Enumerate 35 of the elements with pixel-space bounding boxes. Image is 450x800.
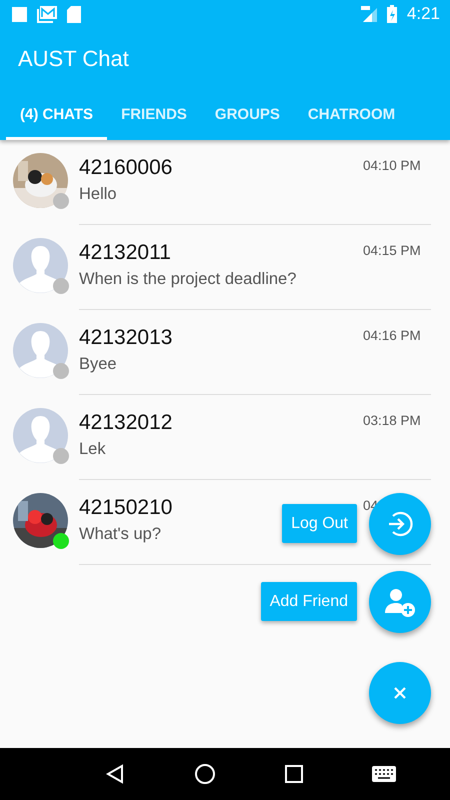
default-avatar-icon [13, 408, 68, 463]
home-icon[interactable] [194, 763, 216, 785]
message-time: 04:15 PM [363, 243, 422, 258]
message-preview: Hello [79, 185, 118, 204]
sd-card-icon [67, 6, 81, 22]
contact-name: 42150210 [79, 496, 172, 520]
status-time: 4:21 [406, 4, 440, 24]
message-time: 04:16 PM [363, 328, 422, 343]
app-title: AUST Chat [17, 45, 130, 73]
message-time: 03:18 PM [363, 413, 422, 428]
tab[interactable]: FRIENDS [107, 91, 201, 140]
message-preview: Byee [79, 355, 118, 374]
message-preview: What's up? [79, 525, 162, 544]
battery-charging-icon [386, 5, 397, 23]
fab-label-button[interactable]: Add Friend [260, 582, 357, 621]
keyboard-icon[interactable] [372, 766, 396, 782]
tab[interactable]: GROUPS [200, 91, 294, 140]
contact-name: 42160006 [79, 156, 172, 180]
contact-name: 42132011 [79, 241, 171, 265]
close-icon [393, 686, 407, 700]
contact-name: 42132013 [79, 326, 172, 350]
notification-square-icon [12, 6, 27, 22]
default-avatar-icon [13, 238, 68, 293]
message-time: 04:10 PM [363, 158, 422, 173]
back-icon[interactable] [104, 764, 124, 784]
contact-name: 42132012 [79, 411, 172, 435]
recents-icon[interactable] [284, 765, 302, 783]
message-preview: When is the project deadline? [79, 270, 298, 289]
message-preview: Lek [79, 440, 107, 459]
default-avatar-icon [13, 323, 68, 378]
tab[interactable]: (4) CHATS [6, 91, 108, 140]
fab-label-button[interactable]: Log Out [282, 504, 357, 543]
tab[interactable]: CHATROOM [294, 91, 410, 140]
mail-icon [37, 6, 57, 22]
lte-signal-icon [360, 6, 377, 22]
